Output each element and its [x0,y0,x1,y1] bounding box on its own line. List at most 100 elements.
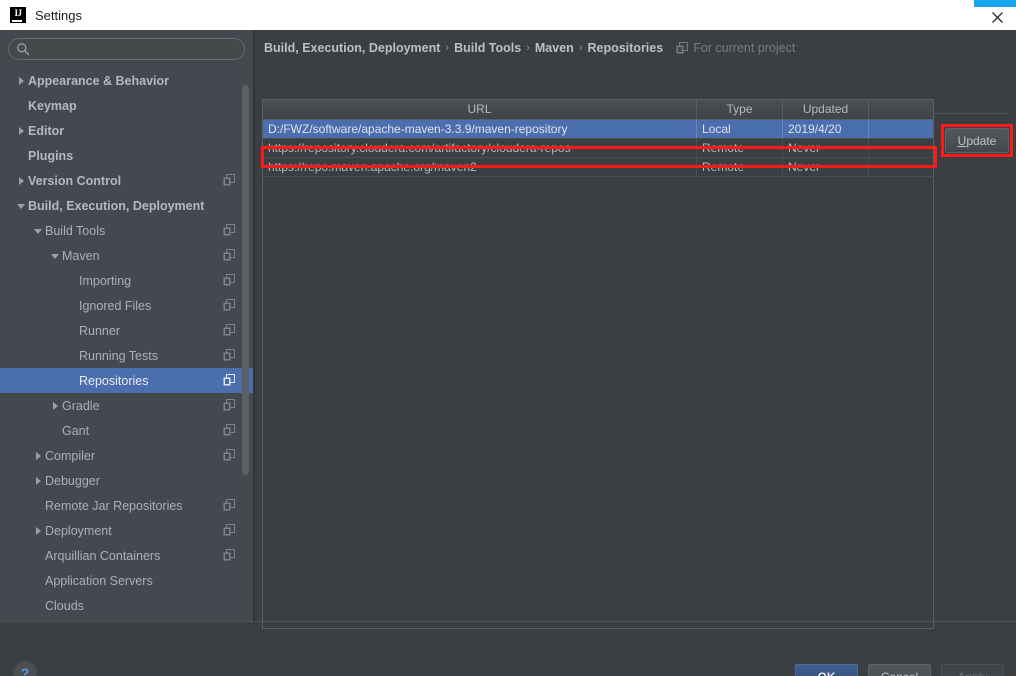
sidebar-item-appearance-behavior[interactable]: Appearance & Behavior [0,68,253,93]
sidebar-item-maven[interactable]: Maven [0,243,253,268]
sidebar-item-application-servers[interactable]: Application Servers [0,568,253,593]
sidebar-item-label: Editor [28,123,65,138]
sidebar-item-label: Application Servers [45,573,153,588]
breadcrumb-segment-2[interactable]: Maven [535,41,574,55]
chevron-down-icon[interactable] [50,250,62,262]
sidebar-item-label: Gant [62,423,90,438]
breadcrumb-segment-0[interactable]: Build, Execution, Deployment [264,41,440,55]
chevron-right-icon[interactable] [33,525,45,537]
table-column-header[interactable] [869,100,933,119]
table-cell-extra [869,158,933,176]
sidebar-item-compiler[interactable]: Compiler [0,443,253,468]
sidebar-item-label: Plugins [28,148,74,163]
table-cell-updated: Never [783,139,869,157]
for-current-project-icon [223,399,235,411]
chevron-right-icon[interactable] [33,475,45,487]
sidebar-item-label: Build, Execution, Deployment [28,198,205,213]
sidebar-item-importing[interactable]: Importing [0,268,253,293]
for-current-project-icon [676,42,689,54]
chevron-down-icon[interactable] [33,225,45,237]
sidebar-item-remote-jar-repositories[interactable]: Remote Jar Repositories [0,493,253,518]
sidebar-item-repositories[interactable]: Repositories [0,368,253,393]
sidebar-item-label: Running Tests [79,348,158,363]
for-current-project-icon [223,274,235,286]
for-current-project-icon [223,224,235,236]
table-row[interactable]: https://repo.maven.apache.org/maven2 Remo… [263,158,933,177]
for-current-project-icon [223,549,235,561]
sidebar-item-label: Arquillian Containers [45,548,161,563]
intellij-idea-logo-icon [10,6,26,23]
chevron-right-icon[interactable] [16,175,28,187]
table-cell-extra [869,120,933,138]
sidebar-scrollbar[interactable] [242,85,249,475]
breadcrumb-segment-1[interactable]: Build Tools [454,41,521,55]
sidebar-item-label: Runner [79,323,120,338]
sidebar-item-gant[interactable]: Gant [0,418,253,443]
search-field-wrapper [8,38,245,60]
close-icon[interactable] [982,6,1012,28]
cancel-button[interactable]: Cancel [868,664,931,676]
table-column-header[interactable]: Type [697,100,783,119]
apply-button: Apply [941,664,1004,676]
footer-divider [0,621,1016,622]
sidebar-item-deployment[interactable]: Deployment [0,518,253,543]
sidebar-item-label: Debugger [45,473,100,488]
sidebar-item-label: Build Tools [45,223,106,238]
help-icon[interactable]: ? [13,661,37,676]
table-row[interactable]: https://repository.cloudera.com/artifact… [263,139,933,158]
breadcrumb-separator: › [526,42,530,54]
sidebar-item-label: Keymap [28,98,77,113]
sidebar-item-label: Appearance & Behavior [28,73,170,88]
sidebar-item-label: Deployment [45,523,112,538]
sidebar-item-keymap[interactable]: Keymap [0,93,253,118]
sidebar-item-label: Remote Jar Repositories [45,498,183,513]
chevron-right-icon[interactable] [16,75,28,87]
chevron-right-icon[interactable] [50,400,62,412]
sidebar-item-ignored-files[interactable]: Ignored Files [0,293,253,318]
sidebar-item-label: Ignored Files [79,298,152,313]
table-cell-url: https://repo.maven.apache.org/maven2 [263,158,697,176]
for-current-project-icon [223,499,235,511]
chevron-down-icon[interactable] [16,200,28,212]
window-titlebar: Settings [0,0,1016,30]
table-row[interactable]: D:/FWZ/software/apache-maven-3.3.9/maven… [263,120,933,139]
sidebar-item-arquillian-containers[interactable]: Arquillian Containers [0,543,253,568]
sidebar-item-runner[interactable]: Runner [0,318,253,343]
sidebar-item-running-tests[interactable]: Running Tests [0,343,253,368]
sidebar-item-plugins[interactable]: Plugins [0,143,253,168]
table-cell-url: D:/FWZ/software/apache-maven-3.3.9/maven… [263,120,697,138]
for-current-project-icon [223,449,235,461]
table-header-row: URL Type Updated [263,100,933,120]
sidebar-item-build-tools[interactable]: Build Tools [0,218,253,243]
sidebar-item-debugger[interactable]: Debugger [0,468,253,493]
breadcrumb-segment-3[interactable]: Repositories [587,41,663,55]
repositories-table: URL Type Updated D:/FWZ/software/apache-ma… [262,99,934,629]
for-current-project-icon [223,524,235,536]
table-cell-type: Local [697,120,783,138]
sidebar-item-build-execution-deployment[interactable]: Build, Execution, Deployment [0,193,253,218]
sidebar-item-label: Importing [79,273,132,288]
dialog-buttons: OK Cancel Apply [795,664,1004,676]
update-button-mnemonic: U [957,133,967,148]
sidebar-item-clouds[interactable]: Clouds [0,593,253,618]
update-button[interactable]: Update [945,128,1009,153]
for-current-project-icon [223,324,235,336]
table-column-header[interactable]: Updated [783,100,869,119]
sidebar-item-version-control[interactable]: Version Control [0,168,253,193]
table-cell-url: https://repository.cloudera.com/artifact… [263,139,697,157]
for-current-project-icon [223,374,235,386]
ok-button[interactable]: OK [795,664,858,676]
sidebar-item-editor[interactable]: Editor [0,118,253,143]
chevron-right-icon[interactable] [16,125,28,137]
scope-indicator: For current project [676,41,795,55]
chevron-right-icon[interactable] [33,450,45,462]
search-input[interactable] [8,38,245,60]
sidebar-item-gradle[interactable]: Gradle [0,393,253,418]
breadcrumb-separator: › [578,42,583,54]
dialog-body: Appearance & Behavior Keymap Editor Plugins… [0,30,1016,676]
table-column-header[interactable]: URL [263,100,697,119]
